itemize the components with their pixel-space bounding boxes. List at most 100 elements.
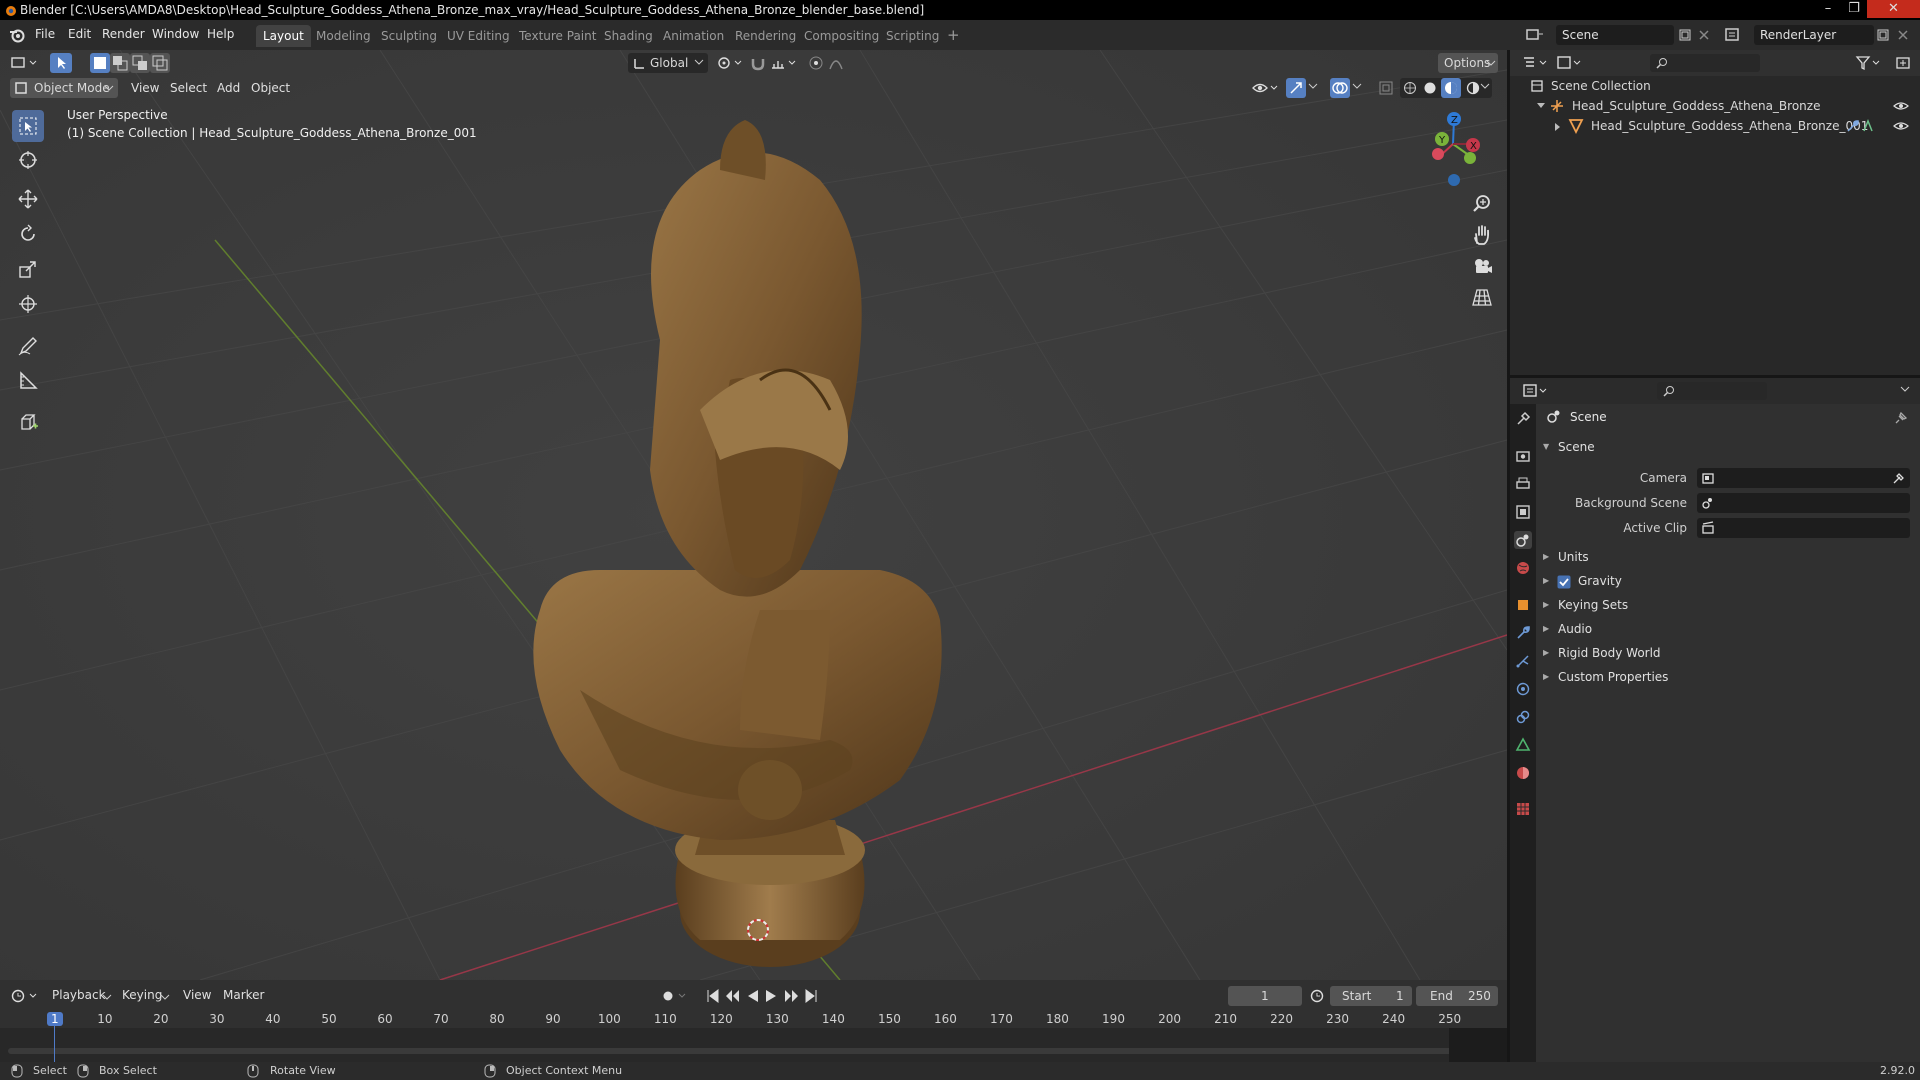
new-scene-icon[interactable]	[1678, 28, 1692, 42]
mode-intersect-selection-button[interactable]	[150, 53, 170, 73]
overlays-toggle-button[interactable]	[1330, 78, 1350, 98]
viewport-menu-add[interactable]: Add	[217, 81, 240, 95]
falloff-curve-icon[interactable]	[828, 55, 850, 71]
rendered-shading-icon[interactable]	[1466, 81, 1480, 95]
display-mode-icon[interactable]	[1556, 55, 1584, 71]
options-dropdown[interactable]: Options	[1438, 53, 1498, 73]
chevron-down-icon[interactable]	[102, 994, 112, 1002]
zoom-view-button[interactable]	[1468, 190, 1496, 218]
tab-rendering[interactable]: Rendering	[728, 25, 803, 47]
editor-type-icon[interactable]	[10, 55, 40, 71]
wireframe-shading-icon[interactable]	[1403, 81, 1417, 95]
tab-sculpting[interactable]: Sculpting	[374, 25, 444, 47]
panel-keying-sets[interactable]: ▶ Keying Sets	[1543, 595, 1913, 617]
proportional-editing-icon[interactable]	[808, 55, 824, 71]
pan-view-button[interactable]	[1468, 221, 1496, 249]
properties-editor-type-icon[interactable]	[1522, 383, 1550, 399]
tab-particles[interactable]	[1514, 652, 1532, 670]
tab-world[interactable]	[1514, 559, 1532, 577]
timeline-menu-marker[interactable]: Marker	[223, 988, 264, 1002]
render-layer-icon[interactable]	[1724, 27, 1744, 43]
filter-funnel-icon[interactable]	[1855, 55, 1883, 71]
tab-compositing[interactable]: Compositing	[797, 25, 886, 47]
tab-uv-editing[interactable]: UV Editing	[440, 25, 517, 47]
tab-render[interactable]	[1514, 447, 1532, 465]
eyedropper-icon[interactable]	[1891, 471, 1905, 485]
perspective-toggle-button[interactable]	[1468, 283, 1496, 311]
tool-cursor[interactable]	[12, 144, 44, 176]
tab-animation[interactable]: Animation	[656, 25, 731, 47]
mode-extend-selection-button[interactable]	[110, 53, 130, 73]
chevron-down-icon[interactable]	[160, 994, 170, 1002]
tab-view-layer[interactable]	[1514, 503, 1532, 521]
outliner-editor-type-icon[interactable]	[1522, 55, 1550, 71]
panel-gravity[interactable]: ▶ Gravity	[1543, 571, 1913, 593]
add-workspace-button[interactable]: +	[940, 25, 967, 47]
menu-help[interactable]: Help	[207, 27, 234, 41]
blender-menu-icon[interactable]	[9, 27, 25, 43]
xray-toggle-icon[interactable]	[1378, 80, 1394, 96]
menu-edit[interactable]: Edit	[68, 27, 91, 41]
pin-icon[interactable]	[1895, 410, 1909, 424]
outliner-row-collection[interactable]: Head_Sculpture_Goddess_Athena_Bronze	[1510, 96, 1920, 116]
timeline-menu-playback[interactable]: Playback	[52, 988, 106, 1002]
outliner-row-object[interactable]: Head_Sculpture_Goddess_Athena_Bronze_001	[1510, 116, 1920, 136]
panel-units[interactable]: ▶ Units	[1543, 547, 1913, 569]
snap-increment-icon[interactable]	[770, 55, 798, 71]
collapse-chevron-icon[interactable]	[1554, 122, 1562, 132]
properties-search-input[interactable]	[1657, 382, 1767, 400]
expand-chevron-icon[interactable]	[1536, 102, 1546, 110]
tab-material[interactable]	[1514, 764, 1532, 782]
tab-constraints[interactable]	[1514, 708, 1532, 726]
tool-scale[interactable]	[12, 253, 44, 285]
tab-shading[interactable]: Shading	[597, 25, 660, 47]
delete-render-layer-icon[interactable]	[1896, 28, 1910, 42]
scene-selector[interactable]: Scene	[1556, 25, 1674, 45]
timeline-menu-keying[interactable]: Keying	[122, 988, 162, 1002]
mode-new-selection-button[interactable]	[90, 53, 110, 73]
current-frame-field[interactable]: 1	[1228, 986, 1302, 1006]
panel-custom-properties[interactable]: ▶ Custom Properties	[1543, 667, 1913, 689]
jump-to-start-icon[interactable]	[706, 988, 720, 1004]
mode-subtract-selection-button[interactable]	[130, 53, 150, 73]
mesh-data-icon[interactable]	[1862, 119, 1874, 133]
tab-output[interactable]	[1514, 475, 1532, 493]
chevron-down-icon[interactable]	[1480, 83, 1490, 91]
active-clip-field[interactable]	[1697, 518, 1910, 538]
jump-to-keyframe-next-icon[interactable]	[782, 988, 800, 1004]
panel-rigid-body-world[interactable]: ▶ Rigid Body World	[1543, 643, 1913, 665]
modifier-wrench-icon[interactable]	[1845, 119, 1859, 133]
visibility-eye-icon[interactable]	[1252, 80, 1280, 96]
menu-window[interactable]: Window	[152, 27, 199, 41]
render-layer-selector[interactable]: RenderLayer	[1754, 25, 1874, 45]
preview-range-clock-icon[interactable]	[1309, 988, 1325, 1004]
camera-field[interactable]	[1697, 468, 1910, 488]
tab-modifiers[interactable]	[1514, 624, 1532, 642]
tab-scene[interactable]	[1514, 531, 1532, 549]
outliner-search-input[interactable]	[1650, 54, 1760, 72]
timeline-editor-type-icon[interactable]	[10, 988, 40, 1004]
pivot-point-icon[interactable]	[716, 55, 744, 71]
viewport-menu-view[interactable]: View	[131, 81, 159, 95]
menu-file[interactable]: File	[35, 27, 55, 41]
close-button[interactable]: ✕	[1867, 0, 1920, 18]
scene-section-header[interactable]: ▼ Scene	[1543, 437, 1913, 459]
select-box-mode-button[interactable]	[50, 53, 72, 73]
tool-move[interactable]	[12, 183, 44, 215]
gravity-checkbox[interactable]	[1557, 575, 1571, 589]
jump-to-end-icon[interactable]	[804, 988, 818, 1004]
new-collection-icon[interactable]	[1895, 55, 1911, 71]
material-preview-button[interactable]	[1441, 78, 1461, 98]
outliner-row-scene-collection[interactable]: Scene Collection	[1510, 76, 1920, 96]
snap-magnet-icon[interactable]	[750, 55, 766, 71]
new-render-layer-icon[interactable]	[1876, 28, 1890, 42]
timeline-menu-view[interactable]: View	[183, 988, 211, 1002]
visibility-eye-icon[interactable]	[1893, 120, 1909, 132]
solid-shading-icon[interactable]	[1423, 81, 1437, 95]
chevron-down-icon[interactable]	[1900, 386, 1910, 394]
tab-modeling[interactable]: Modeling	[309, 25, 378, 47]
tool-annotate[interactable]	[12, 330, 44, 362]
tool-select-box[interactable]	[12, 110, 44, 142]
auto-keying-record-icon[interactable]	[661, 988, 689, 1004]
start-frame-field[interactable]: Start 1	[1330, 986, 1412, 1006]
